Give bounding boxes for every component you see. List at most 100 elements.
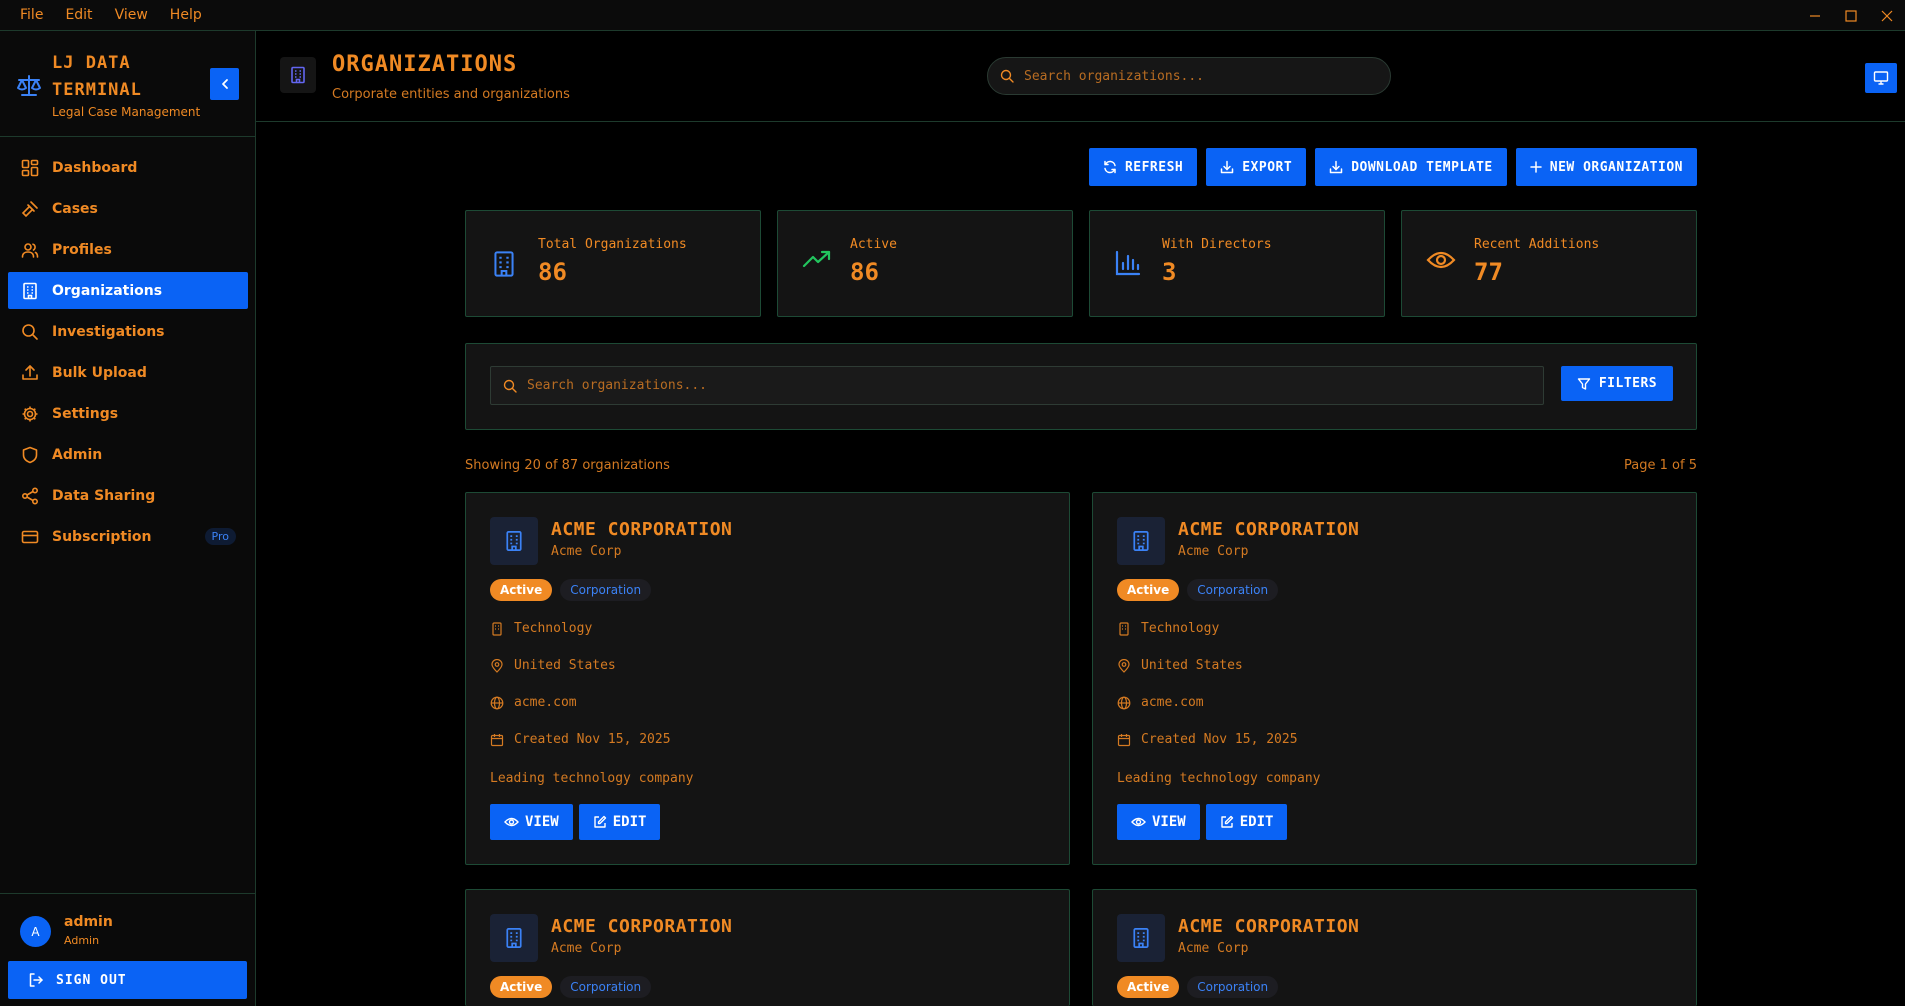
sidebar-item-admin[interactable]: Admin <box>8 436 248 473</box>
sidebar-item-bulk-upload[interactable]: Bulk Upload <box>8 354 248 391</box>
organization-card[interactable]: ACME CORPORATION Acme Corp Active Corpora… <box>1092 889 1697 1006</box>
refresh-button[interactable]: REFRESH <box>1088 148 1198 186</box>
collapse-sidebar-button[interactable] <box>210 68 239 100</box>
sidebar-item-investigations[interactable]: Investigations <box>8 313 248 350</box>
sidebar-item-organizations[interactable]: Organizations <box>8 272 248 309</box>
eye-icon <box>1426 249 1456 271</box>
window-controls <box>1797 0 1905 31</box>
filters-button[interactable]: FILTERS <box>1561 366 1673 401</box>
sidebar-item-dashboard[interactable]: Dashboard <box>8 149 248 186</box>
close-icon[interactable] <box>1869 0 1905 31</box>
type-badge: Corporation <box>560 579 652 601</box>
brand-subtitle: Legal Case Management <box>52 105 201 119</box>
organization-name: ACME CORPORATION <box>551 519 733 540</box>
building-icon <box>490 914 538 962</box>
sidebar-item-label: Subscription <box>52 528 152 545</box>
organization-card[interactable]: ACME CORPORATION Acme Corp Active Corpora… <box>465 492 1070 865</box>
sidebar-item-label: Settings <box>52 405 119 422</box>
stat-recent-additions: Recent Additions 77 <box>1401 210 1697 317</box>
brand: LJ DATA TERMINAL Legal Case Management <box>0 31 255 137</box>
sidebar-item-label: Organizations <box>52 282 163 299</box>
search-icon <box>20 322 40 342</box>
status-badge: Active <box>490 976 553 998</box>
globe-icon <box>490 696 504 710</box>
filter-icon <box>1577 377 1591 391</box>
download-icon <box>1329 160 1343 174</box>
organization-search-input[interactable] <box>527 378 1427 393</box>
created-row: Created Nov 15, 2025 <box>490 732 671 747</box>
plus-icon <box>1530 161 1542 173</box>
page-header: ORGANIZATIONS Corporate entities and org… <box>256 31 1905 122</box>
organization-alias: Acme Corp <box>1178 941 1249 956</box>
type-badge: Corporation <box>560 976 652 998</box>
stat-active: Active 86 <box>777 210 1073 317</box>
organization-card[interactable]: ACME CORPORATION Acme Corp Active Corpora… <box>1092 492 1697 865</box>
brand-title: LJ DATA TERMINAL <box>52 53 142 100</box>
eye-icon <box>504 816 519 828</box>
menu-edit[interactable]: Edit <box>65 7 92 23</box>
edit-icon <box>1220 815 1234 829</box>
sidebar-item-cases[interactable]: Cases <box>8 190 248 227</box>
edit-icon <box>593 815 607 829</box>
sign-out-button[interactable]: SIGN OUT <box>8 961 247 999</box>
user-role: Admin <box>64 934 100 947</box>
website-row: acme.com <box>1117 695 1204 710</box>
country-row: United States <box>490 658 616 673</box>
export-button[interactable]: EXPORT <box>1206 148 1307 186</box>
pro-badge: Pro <box>204 528 236 545</box>
logout-icon <box>28 972 44 988</box>
status-badge: Active <box>490 579 553 601</box>
avatar[interactable]: A <box>20 916 51 947</box>
dashboard-icon <box>20 158 40 178</box>
menu-view[interactable]: View <box>115 7 148 23</box>
view-button[interactable]: VIEW <box>490 804 573 840</box>
gavel-icon <box>20 199 40 219</box>
building-icon <box>280 57 316 93</box>
organization-name: ACME CORPORATION <box>1178 916 1360 937</box>
organization-card[interactable]: ACME CORPORATION Acme Corp Active Corpora… <box>465 889 1070 1006</box>
view-button[interactable]: VIEW <box>1117 804 1200 840</box>
organization-name: ACME CORPORATION <box>1178 519 1360 540</box>
user-panel: A admin Admin <box>0 893 256 947</box>
header-search <box>987 57 1391 95</box>
monitor-button[interactable] <box>1865 63 1897 93</box>
new-organization-button[interactable]: NEW ORGANIZATION <box>1515 148 1697 186</box>
edit-button[interactable]: EDIT <box>578 804 661 840</box>
sidebar-nav: Dashboard Cases Profiles Organizations I… <box>8 149 248 559</box>
gear-icon <box>20 404 40 424</box>
created-row: Created Nov 15, 2025 <box>1117 732 1298 747</box>
search-icon <box>503 379 517 393</box>
maximize-icon[interactable] <box>1833 0 1869 31</box>
menu-file[interactable]: File <box>20 7 43 23</box>
type-badge: Corporation <box>1187 579 1279 601</box>
stat-value: 77 <box>1474 258 1503 286</box>
sidebar-item-profiles[interactable]: Profiles <box>8 231 248 268</box>
minimize-icon[interactable] <box>1797 0 1833 31</box>
results-count: Showing 20 of 87 organizations <box>465 458 670 473</box>
industry-row: Technology <box>490 621 592 636</box>
header-search-input[interactable] <box>1024 68 1354 84</box>
download-template-button[interactable]: DOWNLOAD TEMPLATE <box>1315 148 1507 186</box>
map-pin-icon <box>490 658 504 673</box>
page-indicator: Page 1 of 5 <box>1624 458 1697 473</box>
stat-value: 86 <box>850 258 879 286</box>
sidebar-item-settings[interactable]: Settings <box>8 395 248 432</box>
sidebar-item-label: Admin <box>52 446 103 463</box>
menu-help[interactable]: Help <box>170 7 202 23</box>
sidebar-item-subscription[interactable]: Subscription Pro <box>8 518 248 555</box>
sidebar-item-data-sharing[interactable]: Data Sharing <box>8 477 248 514</box>
sidebar-item-label: Bulk Upload <box>52 364 147 381</box>
stat-value: 86 <box>538 258 567 286</box>
sidebar-item-label: Dashboard <box>52 159 138 176</box>
map-pin-icon <box>1117 658 1131 673</box>
country-row: United States <box>1117 658 1243 673</box>
sidebar-item-label: Profiles <box>52 241 112 258</box>
stat-with-directors: With Directors 3 <box>1089 210 1385 317</box>
scale-icon <box>16 74 42 98</box>
organization-alias: Acme Corp <box>551 544 622 559</box>
status-badge: Active <box>1117 976 1180 998</box>
edit-button[interactable]: EDIT <box>1205 804 1288 840</box>
building-icon <box>1117 914 1165 962</box>
globe-icon <box>1117 696 1131 710</box>
filter-bar: FILTERS <box>465 343 1697 430</box>
